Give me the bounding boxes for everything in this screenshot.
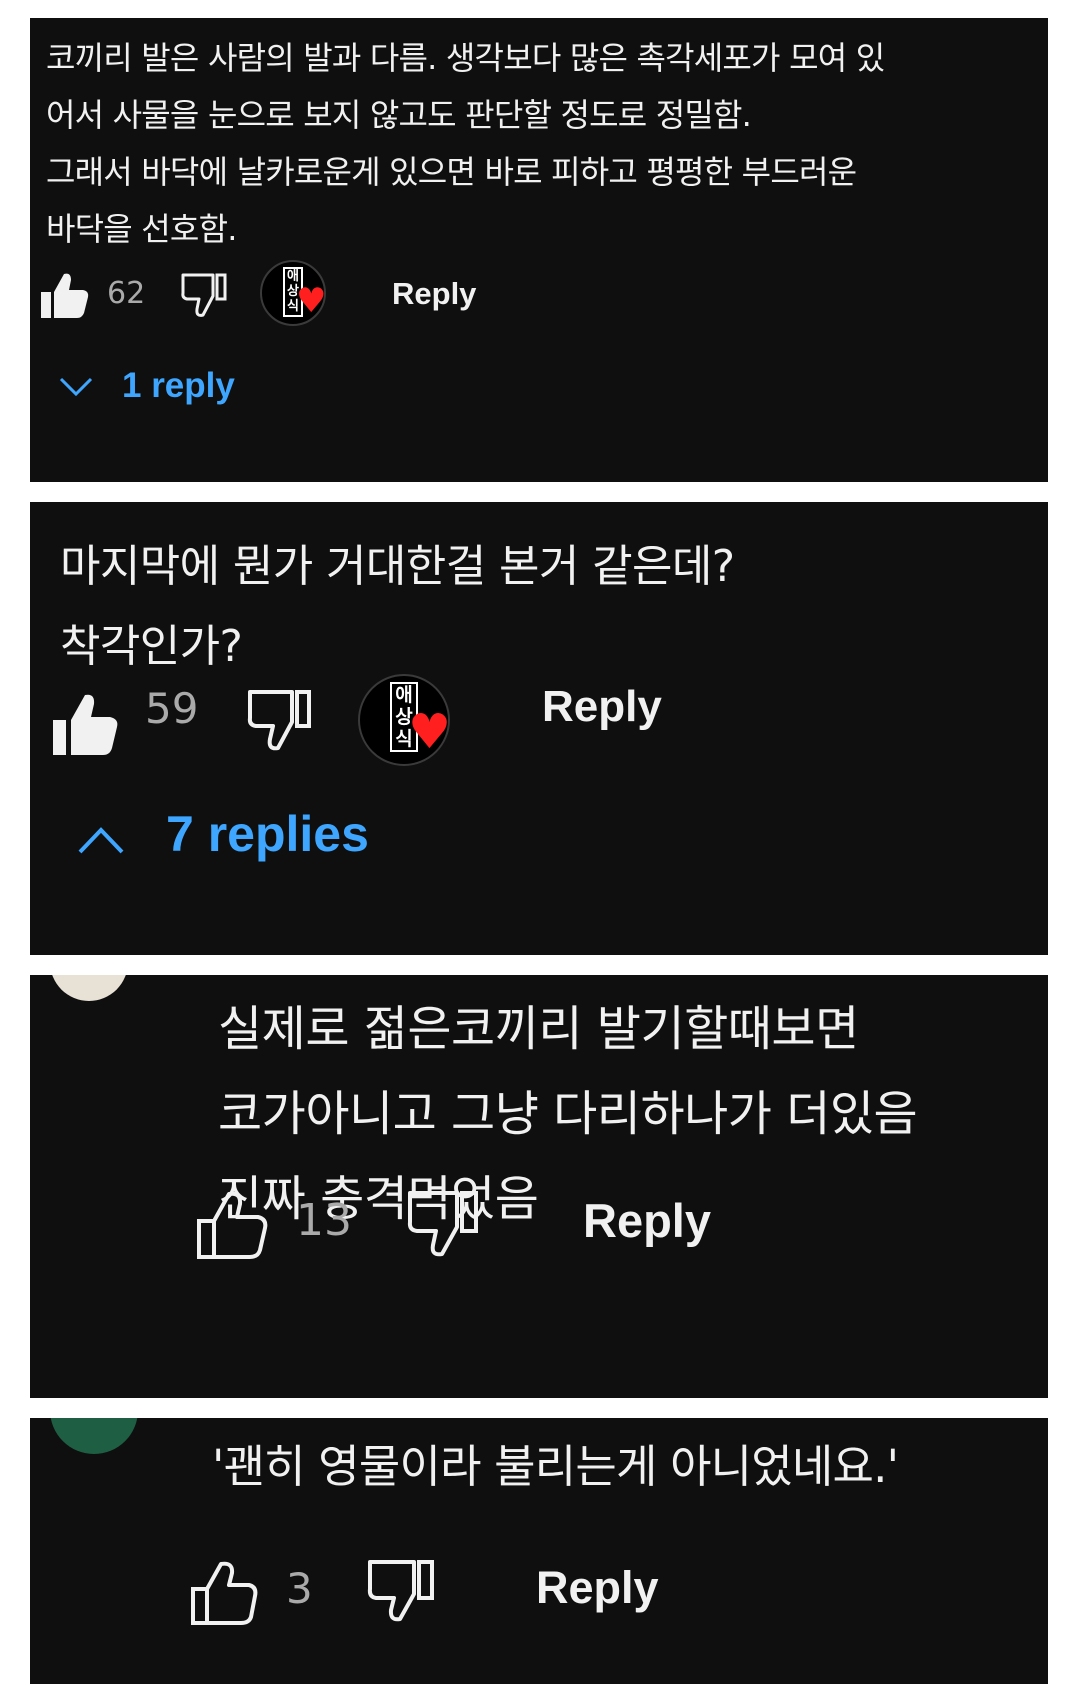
comment-text: '괜히 영물이라 불리는게 아니었네요.'	[212, 1440, 899, 1493]
avatar[interactable]	[50, 975, 128, 1001]
like-count: 59	[145, 684, 199, 733]
comment-card: 코끼리 발은 사람의 발과 다름. 생각보다 많은 촉각세포가 모여 있 어서 …	[30, 18, 1048, 482]
thumbs-up-filled-icon[interactable]	[40, 271, 90, 319]
comment-card: 마지막에 뭔가 거대한걸 본거 같은데? 착각인가? 59 애상식 ♥ Repl…	[30, 502, 1048, 955]
thumbs-up-filled-icon[interactable]	[52, 692, 120, 756]
thumbs-down-outline-icon[interactable]	[406, 1189, 480, 1259]
heart-icon: ♥	[408, 704, 452, 760]
thumbs-up-outline-icon[interactable]	[196, 1190, 270, 1260]
thumbs-down-outline-icon[interactable]	[246, 688, 314, 752]
heart-icon: ♥	[296, 281, 327, 321]
comment-text: 코끼리 발은 사람의 발과 다름. 생각보다 많은 촉각세포가 모여 있 어서 …	[46, 39, 885, 248]
chevron-up-icon[interactable]	[76, 825, 126, 855]
reply-card: '괜히 영물이라 불리는게 아니었네요.' 3 Reply	[30, 1418, 1048, 1684]
reply-card: 실제로 젊은코끼리 발기할때보면 코가아니고 그냥 다리하나가 더있음 진짜 충…	[30, 975, 1048, 1398]
chevron-down-icon[interactable]	[58, 376, 94, 398]
like-count: 13	[296, 1195, 352, 1246]
reply-button[interactable]: Reply	[583, 1193, 711, 1248]
comment-text: 마지막에 뭔가 거대한걸 본거 같은데? 착각인가?	[60, 541, 735, 672]
hide-replies-button[interactable]: 7 replies	[166, 805, 369, 863]
reply-button[interactable]: Reply	[536, 1562, 659, 1614]
thumbs-down-outline-icon[interactable]	[180, 272, 228, 318]
thumbs-up-outline-icon[interactable]	[190, 1560, 260, 1626]
thumbs-down-outline-icon[interactable]	[366, 1558, 436, 1624]
avatar[interactable]	[50, 1418, 138, 1454]
reply-button[interactable]: Reply	[392, 276, 476, 312]
reply-button[interactable]: Reply	[542, 682, 662, 732]
creator-heart-badge: 애상식 ♥	[260, 260, 326, 326]
view-replies-button[interactable]: 1 reply	[122, 366, 235, 406]
like-count: 3	[286, 1564, 313, 1613]
creator-heart-badge: 애상식 ♥	[358, 674, 452, 766]
like-count: 62	[107, 276, 146, 311]
